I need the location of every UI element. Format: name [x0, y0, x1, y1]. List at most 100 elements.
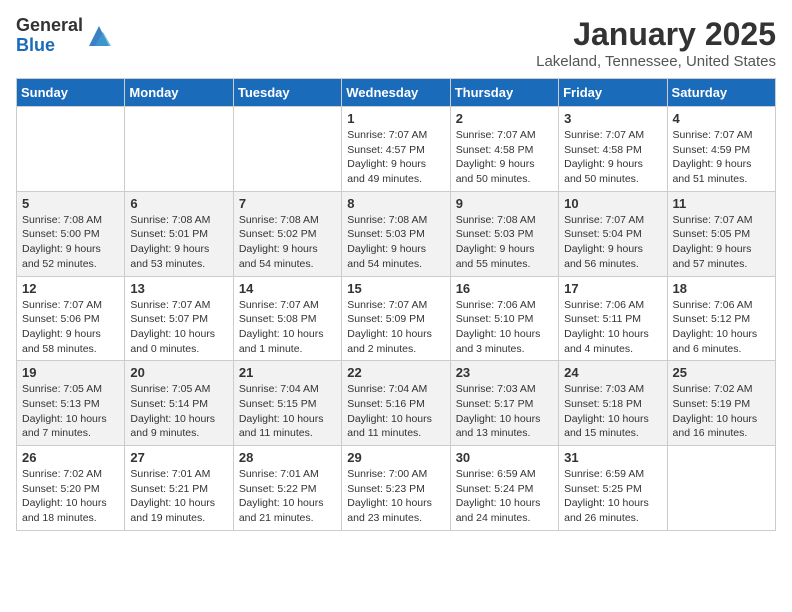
calendar-cell: 26 Sunrise: 7:02 AM Sunset: 5:20 PM Dayli…	[17, 446, 125, 531]
day-info: Sunrise: 7:07 AM Sunset: 4:58 PM Dayligh…	[564, 128, 661, 187]
calendar-cell: 8Sunrise: 7:08 AM Sunset: 5:03 PM Daylig…	[342, 191, 450, 276]
day-number: 17	[564, 281, 661, 296]
logo: General Blue	[16, 16, 113, 56]
calendar-cell: 3 Sunrise: 7:07 AM Sunset: 4:58 PM Daylig…	[559, 107, 667, 192]
day-number: 5	[22, 196, 119, 211]
day-info: Sunrise: 7:08 AM Sunset: 5:01 PM Dayligh…	[130, 213, 227, 272]
calendar-cell: 6 Sunrise: 7:08 AM Sunset: 5:01 PM Daylig…	[125, 191, 233, 276]
calendar-cell: 9Sunrise: 7:08 AM Sunset: 5:03 PM Daylig…	[450, 191, 558, 276]
day-number: 2	[456, 111, 553, 126]
calendar-cell	[125, 107, 233, 192]
page-header: General Blue January 2025 Lakeland, Tenn…	[16, 16, 776, 70]
calendar-cell: 18Sunrise: 7:06 AM Sunset: 5:12 PM Dayli…	[667, 276, 775, 361]
day-number: 24	[564, 365, 661, 380]
day-number: 23	[456, 365, 553, 380]
day-number: 28	[239, 450, 336, 465]
day-number: 29	[347, 450, 444, 465]
day-info: Sunrise: 7:07 AM Sunset: 5:09 PM Dayligh…	[347, 298, 444, 357]
title-block: January 2025 Lakeland, Tennessee, United…	[536, 16, 776, 70]
day-number: 21	[239, 365, 336, 380]
calendar-cell: 21 Sunrise: 7:04 AM Sunset: 5:15 PM Dayli…	[233, 361, 341, 446]
weekday-header-saturday: Saturday	[667, 79, 775, 107]
logo-general: General	[16, 16, 83, 36]
calendar-cell: 30 Sunrise: 6:59 AM Sunset: 5:24 PM Dayli…	[450, 446, 558, 531]
day-number: 20	[130, 365, 227, 380]
day-number: 4	[673, 111, 770, 126]
day-number: 22	[347, 365, 444, 380]
calendar-cell: 13 Sunrise: 7:07 AM Sunset: 5:07 PM Dayli…	[125, 276, 233, 361]
day-info: Sunrise: 7:07 AM Sunset: 4:57 PM Dayligh…	[347, 128, 444, 187]
calendar-cell: 28 Sunrise: 7:01 AM Sunset: 5:22 PM Dayli…	[233, 446, 341, 531]
day-info: Sunrise: 7:03 AM Sunset: 5:17 PM Dayligh…	[456, 382, 553, 441]
calendar-cell	[233, 107, 341, 192]
day-number: 10	[564, 196, 661, 211]
weekday-header-row: SundayMondayTuesdayWednesdayThursdayFrid…	[17, 79, 776, 107]
day-info: Sunrise: 7:07 AM Sunset: 4:58 PM Dayligh…	[456, 128, 553, 187]
day-info: Sunrise: 7:04 AM Sunset: 5:16 PM Dayligh…	[347, 382, 444, 441]
calendar-cell: 10 Sunrise: 7:07 AM Sunset: 5:04 PM Dayli…	[559, 191, 667, 276]
day-info: Sunrise: 7:07 AM Sunset: 5:07 PM Dayligh…	[130, 298, 227, 357]
day-number: 15	[347, 281, 444, 296]
day-info: Sunrise: 7:08 AM Sunset: 5:03 PM Dayligh…	[347, 213, 444, 272]
calendar-week-row: 1 Sunrise: 7:07 AM Sunset: 4:57 PM Daylig…	[17, 107, 776, 192]
calendar-table: SundayMondayTuesdayWednesdayThursdayFrid…	[16, 78, 776, 531]
day-info: Sunrise: 7:08 AM Sunset: 5:03 PM Dayligh…	[456, 213, 553, 272]
day-number: 27	[130, 450, 227, 465]
day-info: Sunrise: 7:04 AM Sunset: 5:15 PM Dayligh…	[239, 382, 336, 441]
calendar-cell: 15 Sunrise: 7:07 AM Sunset: 5:09 PM Dayli…	[342, 276, 450, 361]
calendar-cell: 25 Sunrise: 7:02 AM Sunset: 5:19 PM Dayli…	[667, 361, 775, 446]
calendar-cell: 14Sunrise: 7:07 AM Sunset: 5:08 PM Dayli…	[233, 276, 341, 361]
day-number: 19	[22, 365, 119, 380]
calendar-cell: 5 Sunrise: 7:08 AM Sunset: 5:00 PM Daylig…	[17, 191, 125, 276]
calendar-cell: 2 Sunrise: 7:07 AM Sunset: 4:58 PM Daylig…	[450, 107, 558, 192]
day-number: 16	[456, 281, 553, 296]
day-info: Sunrise: 7:02 AM Sunset: 5:20 PM Dayligh…	[22, 467, 119, 526]
calendar-cell: 19 Sunrise: 7:05 AM Sunset: 5:13 PM Dayli…	[17, 361, 125, 446]
logo-icon	[85, 22, 113, 50]
calendar-week-row: 26 Sunrise: 7:02 AM Sunset: 5:20 PM Dayli…	[17, 446, 776, 531]
weekday-header-sunday: Sunday	[17, 79, 125, 107]
calendar-week-row: 5 Sunrise: 7:08 AM Sunset: 5:00 PM Daylig…	[17, 191, 776, 276]
logo-blue: Blue	[16, 36, 83, 56]
day-info: Sunrise: 7:07 AM Sunset: 5:04 PM Dayligh…	[564, 213, 661, 272]
day-number: 11	[673, 196, 770, 211]
calendar-cell: 31Sunrise: 6:59 AM Sunset: 5:25 PM Dayli…	[559, 446, 667, 531]
weekday-header-friday: Friday	[559, 79, 667, 107]
day-info: Sunrise: 7:08 AM Sunset: 5:02 PM Dayligh…	[239, 213, 336, 272]
day-info: Sunrise: 7:01 AM Sunset: 5:22 PM Dayligh…	[239, 467, 336, 526]
calendar-cell: 1 Sunrise: 7:07 AM Sunset: 4:57 PM Daylig…	[342, 107, 450, 192]
day-number: 6	[130, 196, 227, 211]
day-number: 25	[673, 365, 770, 380]
day-info: Sunrise: 7:05 AM Sunset: 5:14 PM Dayligh…	[130, 382, 227, 441]
day-info: Sunrise: 7:05 AM Sunset: 5:13 PM Dayligh…	[22, 382, 119, 441]
day-info: Sunrise: 6:59 AM Sunset: 5:24 PM Dayligh…	[456, 467, 553, 526]
day-number: 18	[673, 281, 770, 296]
day-info: Sunrise: 7:01 AM Sunset: 5:21 PM Dayligh…	[130, 467, 227, 526]
calendar-week-row: 12 Sunrise: 7:07 AM Sunset: 5:06 PM Dayli…	[17, 276, 776, 361]
day-info: Sunrise: 7:07 AM Sunset: 5:06 PM Dayligh…	[22, 298, 119, 357]
day-info: Sunrise: 7:06 AM Sunset: 5:10 PM Dayligh…	[456, 298, 553, 357]
day-number: 30	[456, 450, 553, 465]
weekday-header-wednesday: Wednesday	[342, 79, 450, 107]
calendar-cell: 17Sunrise: 7:06 AM Sunset: 5:11 PM Dayli…	[559, 276, 667, 361]
day-number: 12	[22, 281, 119, 296]
day-number: 26	[22, 450, 119, 465]
day-info: Sunrise: 7:08 AM Sunset: 5:00 PM Dayligh…	[22, 213, 119, 272]
day-info: Sunrise: 7:07 AM Sunset: 5:05 PM Dayligh…	[673, 213, 770, 272]
calendar-cell: 4 Sunrise: 7:07 AM Sunset: 4:59 PM Daylig…	[667, 107, 775, 192]
calendar-cell: 22 Sunrise: 7:04 AM Sunset: 5:16 PM Dayli…	[342, 361, 450, 446]
calendar-cell: 23 Sunrise: 7:03 AM Sunset: 5:17 PM Dayli…	[450, 361, 558, 446]
calendar-cell	[667, 446, 775, 531]
day-number: 3	[564, 111, 661, 126]
month-title: January 2025	[536, 16, 776, 53]
day-number: 14	[239, 281, 336, 296]
calendar-cell: 24Sunrise: 7:03 AM Sunset: 5:18 PM Dayli…	[559, 361, 667, 446]
calendar-cell: 27 Sunrise: 7:01 AM Sunset: 5:21 PM Dayli…	[125, 446, 233, 531]
day-number: 1	[347, 111, 444, 126]
calendar-cell: 29Sunrise: 7:00 AM Sunset: 5:23 PM Dayli…	[342, 446, 450, 531]
location-title: Lakeland, Tennessee, United States	[536, 53, 776, 70]
day-info: Sunrise: 7:02 AM Sunset: 5:19 PM Dayligh…	[673, 382, 770, 441]
day-info: Sunrise: 7:07 AM Sunset: 4:59 PM Dayligh…	[673, 128, 770, 187]
day-number: 7	[239, 196, 336, 211]
day-number: 13	[130, 281, 227, 296]
